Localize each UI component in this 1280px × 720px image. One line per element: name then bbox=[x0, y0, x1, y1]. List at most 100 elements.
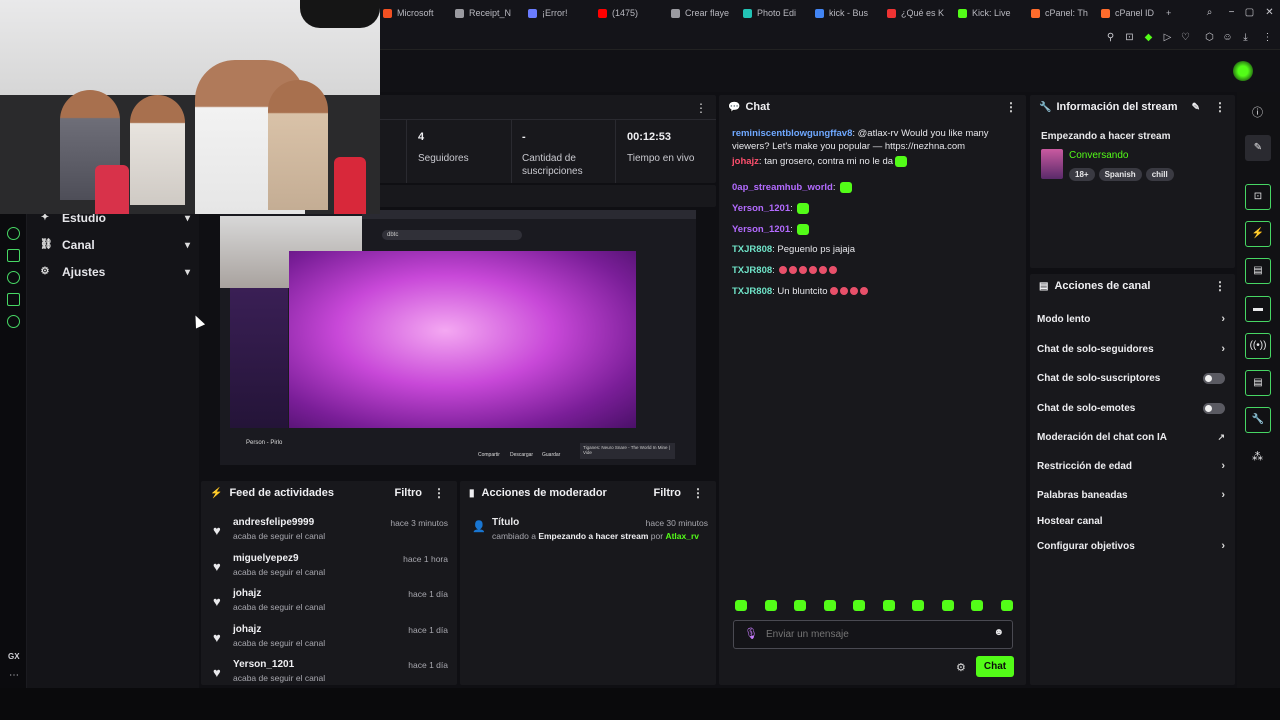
search-icon[interactable]: ⌕ bbox=[1204, 7, 1215, 18]
list-item[interactable]: ♥ johajz acaba de seguir el canal hace 1… bbox=[213, 588, 448, 622]
action-ai-moderation[interactable]: Moderación del chat con IA ↗ bbox=[1037, 428, 1225, 446]
extensions-icon[interactable] bbox=[7, 293, 20, 306]
chat-input[interactable] bbox=[766, 626, 986, 643]
microphone-icon[interactable]: 🎙 bbox=[744, 627, 758, 640]
screenshot-icon[interactable]: ⊡ bbox=[1124, 32, 1135, 43]
send-icon[interactable] bbox=[7, 249, 20, 262]
browser-tab[interactable]: Receipt_N bbox=[455, 5, 521, 21]
more-options-icon[interactable]: ⋮ bbox=[695, 101, 707, 115]
emote-icon[interactable] bbox=[882, 600, 895, 611]
profile-avatar[interactable] bbox=[1233, 61, 1253, 81]
apps-icon[interactable]: ⁂ bbox=[1252, 450, 1263, 463]
heart-icon[interactable]: ♡ bbox=[1180, 32, 1191, 43]
chat-username[interactable]: reminiscentblowgungffav8 bbox=[732, 128, 852, 139]
menu-icon[interactable]: ⋮ bbox=[1262, 32, 1273, 43]
browser-tab[interactable]: Photo Edi bbox=[743, 5, 809, 21]
chat-message[interactable]: Yerson_1201: bbox=[732, 223, 1007, 236]
chat-message[interactable]: TXJR808: Un bluntcito bbox=[732, 285, 1007, 298]
mod-filter-button[interactable]: Filtro bbox=[654, 487, 682, 499]
chat-username[interactable]: TXJR808 bbox=[732, 244, 772, 255]
browser-tab[interactable]: Crear flaye bbox=[671, 5, 737, 21]
emote-icon[interactable] bbox=[971, 600, 984, 611]
action-goals[interactable]: Configurar objetivos › bbox=[1037, 537, 1225, 555]
action-age-restriction[interactable]: Restricción de edad › bbox=[1037, 457, 1225, 475]
video-action-share[interactable]: Compartir bbox=[478, 452, 500, 458]
close-icon[interactable]: ✕ bbox=[1264, 7, 1275, 18]
chat-message[interactable]: johajz: tan grosero, contra mi no le da bbox=[732, 155, 1007, 168]
play-circle-icon[interactable] bbox=[7, 227, 20, 240]
list-item[interactable]: ♥ johajz acaba de seguir el canal hace 1… bbox=[213, 624, 448, 658]
minimize-icon[interactable]: − bbox=[1226, 7, 1237, 18]
more-options-icon[interactable]: ⋮ bbox=[1214, 100, 1226, 114]
wrench-tool-button[interactable]: 🔧 bbox=[1245, 407, 1271, 433]
video-action-download[interactable]: Descargar bbox=[510, 452, 533, 458]
mod-action-user[interactable]: Atlax_rv bbox=[665, 531, 699, 541]
video-action-save[interactable]: Guardar bbox=[542, 452, 560, 458]
emote-icon[interactable] bbox=[794, 600, 807, 611]
nav-item-canal[interactable]: ⛓ Canal ▾ bbox=[40, 236, 190, 254]
emotes-only-toggle[interactable] bbox=[1203, 402, 1225, 414]
chat-username[interactable]: 0ap_streamhub_world bbox=[732, 182, 833, 193]
action-banned-words[interactable]: Palabras baneadas › bbox=[1037, 486, 1225, 504]
chat-send-button[interactable]: Chat bbox=[976, 656, 1014, 677]
feed-filter-button[interactable]: Filtro bbox=[395, 487, 423, 499]
action-followers-only[interactable]: Chat de solo-seguidores › bbox=[1037, 340, 1225, 358]
profile-icon[interactable]: ☺ bbox=[1222, 32, 1233, 43]
shield-icon[interactable]: ◆ bbox=[1143, 32, 1154, 43]
new-tab-icon[interactable]: + bbox=[1166, 5, 1171, 21]
emoji-icon[interactable]: ☻ bbox=[993, 627, 1004, 638]
stream-preview-video[interactable]: dbtc Person - Pirlo Compartir Descargar … bbox=[220, 210, 696, 465]
more-options-icon[interactable]: ⋮ bbox=[1214, 279, 1226, 293]
play-icon[interactable]: ▷ bbox=[1162, 32, 1173, 43]
chat-message[interactable]: reminiscentblowgungffav8: @atlax-rv Woul… bbox=[732, 127, 1007, 153]
lightning-tool-button[interactable]: ⚡ bbox=[1245, 221, 1271, 247]
subscribers-only-toggle[interactable] bbox=[1203, 372, 1225, 384]
emote-icon[interactable] bbox=[1000, 600, 1013, 611]
chat-username[interactable]: Yerson_1201 bbox=[732, 203, 790, 214]
settings-icon[interactable] bbox=[7, 315, 20, 328]
emote-icon[interactable] bbox=[912, 600, 925, 611]
emote-icon[interactable] bbox=[853, 600, 866, 611]
chat-message[interactable]: Yerson_1201: bbox=[732, 202, 1007, 215]
more-icon[interactable]: ⋯ bbox=[9, 670, 19, 681]
browser-tab[interactable]: Kick: Live bbox=[958, 5, 1024, 21]
info-icon[interactable]: ⓘ bbox=[1252, 104, 1263, 120]
list-item[interactable]: ♥ Yerson_1201 acaba de seguir el canal h… bbox=[213, 659, 448, 685]
screenshot-tool-button[interactable]: ⊡ bbox=[1245, 184, 1271, 210]
maximize-icon[interactable]: ▢ bbox=[1244, 7, 1255, 18]
edit-tool-button[interactable]: ✎ bbox=[1245, 135, 1271, 161]
nav-item-ajustes[interactable]: ⚙ Ajustes ▾ bbox=[40, 263, 190, 281]
chat-tool-button[interactable]: ▬ bbox=[1245, 296, 1271, 322]
more-options-icon[interactable]: ⋮ bbox=[692, 486, 704, 500]
emote-icon[interactable] bbox=[823, 600, 836, 611]
emote-icon[interactable] bbox=[764, 600, 777, 611]
browser-tab[interactable]: Microsoft bbox=[383, 5, 449, 21]
browser-tab[interactable]: cPanel: Th bbox=[1031, 5, 1097, 21]
browser-tab[interactable]: (1475) bbox=[598, 5, 664, 21]
emote-icon[interactable] bbox=[941, 600, 954, 611]
download-icon[interactable]: ⤓ bbox=[1240, 32, 1251, 43]
channel-tool-button[interactable]: ▤ bbox=[1245, 370, 1271, 396]
browser-tab[interactable]: cPanel ID bbox=[1101, 5, 1167, 21]
broadcast-tool-button[interactable]: ((•)) bbox=[1245, 333, 1271, 359]
edit-icon[interactable]: ✎ bbox=[1192, 102, 1200, 113]
pin-icon[interactable]: ⚲ bbox=[1105, 32, 1116, 43]
history-icon[interactable] bbox=[7, 271, 20, 284]
chat-username[interactable]: johajz bbox=[732, 156, 759, 167]
list-item[interactable]: ♥ andresfelipe9999 acaba de seguir el ca… bbox=[213, 517, 448, 551]
more-options-icon[interactable]: ⋮ bbox=[1005, 100, 1017, 114]
category-link[interactable]: Conversando bbox=[1069, 150, 1128, 161]
browser-tab[interactable]: ¡Error! bbox=[528, 5, 594, 21]
action-host-channel[interactable]: Hostear canal bbox=[1037, 512, 1225, 530]
chat-username[interactable]: TXJR808 bbox=[732, 286, 772, 297]
browser-tab[interactable]: ¿Qué es K bbox=[887, 5, 953, 21]
extensions-icon[interactable]: ⬡ bbox=[1204, 32, 1215, 43]
emote-icon[interactable] bbox=[735, 600, 747, 611]
browser-tab[interactable]: kick - Bus bbox=[815, 5, 881, 21]
chat-settings-icon[interactable]: ⚙ bbox=[956, 661, 966, 674]
chat-message[interactable]: TXJR808: bbox=[732, 264, 1007, 277]
chat-username[interactable]: Yerson_1201 bbox=[732, 224, 790, 235]
chat-message[interactable]: 0ap_streamhub_world: bbox=[732, 181, 1007, 194]
chat-message[interactable]: TXJR808: Peguenlo ps jajaja bbox=[732, 243, 1007, 256]
action-slow-mode[interactable]: Modo lento › bbox=[1037, 310, 1225, 328]
